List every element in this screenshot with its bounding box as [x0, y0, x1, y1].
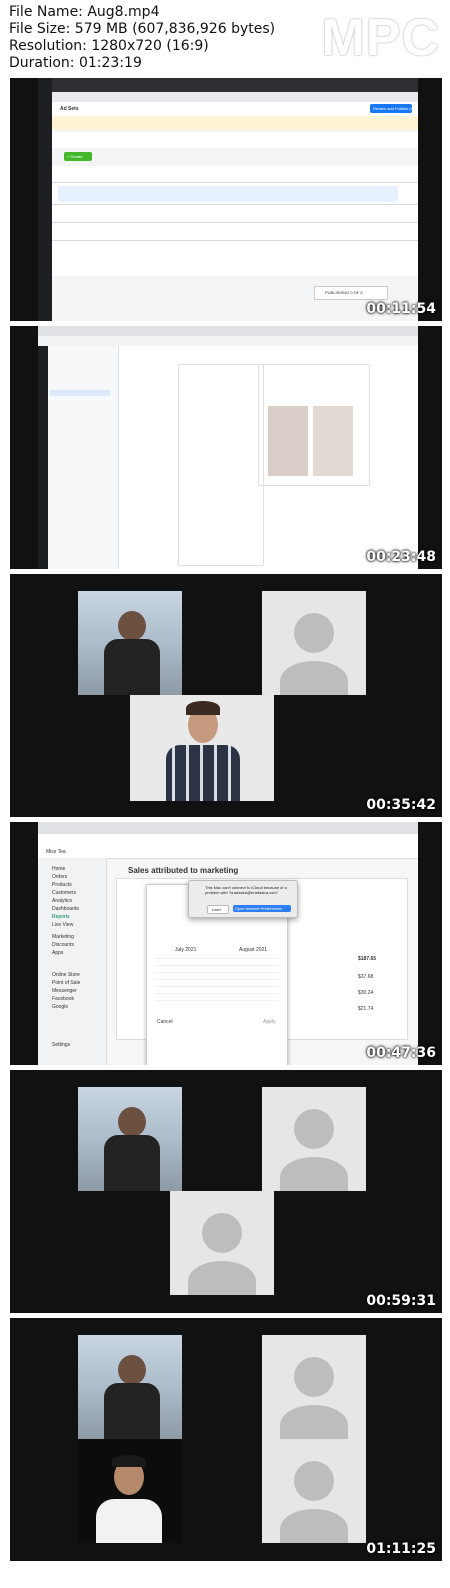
ads-manager-screen: Ad Sets Review and Publish (1) + Create … — [38, 78, 418, 321]
publishing-status: PUBLISHING 0 OF 5 — [314, 286, 388, 300]
participant-placeholder — [262, 1087, 366, 1191]
file-size: File Size: 579 MB (607,836,926 bytes) — [9, 21, 276, 37]
participant-photo — [78, 591, 182, 695]
value-3: $30.24 — [358, 990, 374, 996]
value-4: $21.74 — [358, 1006, 374, 1012]
active-speaker — [130, 695, 274, 801]
nav-customers[interactable]: Customers — [52, 890, 76, 896]
timestamp: 00:59:31 — [366, 1293, 436, 1309]
sidebar: Home Orders Products Customers Analytics… — [38, 858, 107, 1065]
nav-analytics[interactable]: Analytics — [52, 898, 72, 904]
file-name: File Name: Aug8.mp4 — [9, 4, 160, 20]
nav-dashboards[interactable]: Dashboards — [52, 906, 79, 912]
nav-settings[interactable]: Settings — [52, 1042, 70, 1048]
thumbnail-5: 00:59:31 — [10, 1070, 442, 1313]
thumbnail-6: 01:11:25 — [10, 1318, 442, 1561]
participant-placeholder — [262, 1439, 366, 1543]
month-right: August 2021 — [239, 947, 268, 953]
timestamp: 00:35:42 — [366, 797, 436, 813]
ad-sets-tab[interactable]: Ad Sets — [60, 106, 79, 112]
participant-placeholder — [262, 1335, 366, 1439]
nav-apps[interactable]: Apps — [52, 950, 63, 956]
resolution: Resolution: 1280x720 (16:9) — [9, 38, 209, 54]
shopify-screen: Miss Tea Home Orders Products Customers … — [38, 822, 418, 1065]
nav-messenger[interactable]: Messenger — [52, 988, 77, 994]
store-name[interactable]: Miss Tea — [46, 849, 66, 855]
thumbnail-2: 00:23:48 — [10, 326, 442, 569]
nav-online-store[interactable]: Online Store — [52, 972, 80, 978]
file-info-header: File Name: Aug8.mp4 File Size: 579 MB (6… — [0, 0, 450, 80]
mpc-logo: MPC — [321, 9, 440, 67]
nav-home[interactable]: Home — [52, 866, 65, 872]
page-title: Sales attributed to marketing — [128, 866, 239, 875]
later-button[interactable]: Later — [207, 905, 229, 914]
thumbnail-3: 00:35:42 — [10, 574, 442, 817]
create-button[interactable]: + Create — [64, 152, 92, 161]
value-2: $37.68 — [358, 974, 374, 980]
apply-button[interactable]: Apply — [263, 1019, 276, 1025]
timestamp: 00:11:54 — [366, 301, 436, 317]
nav-products[interactable]: Products — [52, 882, 72, 888]
cancel-button[interactable]: Cancel — [157, 1019, 173, 1025]
timestamp: 00:23:48 — [366, 549, 436, 565]
dialog-text: This Mac can't connect to iCloud because… — [205, 885, 287, 895]
duration: Duration: 01:23:19 — [9, 55, 142, 71]
open-prefs-button[interactable]: Open Internet Preferences — [233, 905, 291, 912]
participant-placeholder — [170, 1191, 274, 1295]
nav-facebook[interactable]: Facebook — [52, 996, 74, 1002]
nav-reports[interactable]: Reports — [52, 914, 70, 920]
timestamp: 00:47:36 — [366, 1045, 436, 1061]
thumbnail-4: Miss Tea Home Orders Products Customers … — [10, 822, 442, 1065]
nav-marketing[interactable]: Marketing — [52, 934, 74, 940]
review-publish-button[interactable]: Review and Publish (1) — [370, 104, 414, 113]
timestamp: 01:11:25 — [366, 1541, 436, 1557]
ad-editor-screen — [38, 326, 418, 569]
value-1: $187.65 — [358, 956, 377, 962]
nav-orders[interactable]: Orders — [52, 874, 67, 880]
participant-photo — [78, 1439, 182, 1543]
nav-live-view[interactable]: Live View — [52, 922, 73, 928]
nav-discounts[interactable]: Discounts — [52, 942, 74, 948]
icloud-dialog: This Mac can't connect to iCloud because… — [188, 880, 298, 918]
participant-photo — [78, 1335, 182, 1439]
nav-google[interactable]: Google — [52, 1004, 68, 1010]
thumbnail-1: Ad Sets Review and Publish (1) + Create … — [10, 78, 442, 321]
month-left: July 2021 — [175, 947, 197, 953]
participant-photo — [78, 1087, 182, 1191]
participant-placeholder — [262, 591, 366, 695]
nav-pos[interactable]: Point of Sale — [52, 980, 80, 986]
